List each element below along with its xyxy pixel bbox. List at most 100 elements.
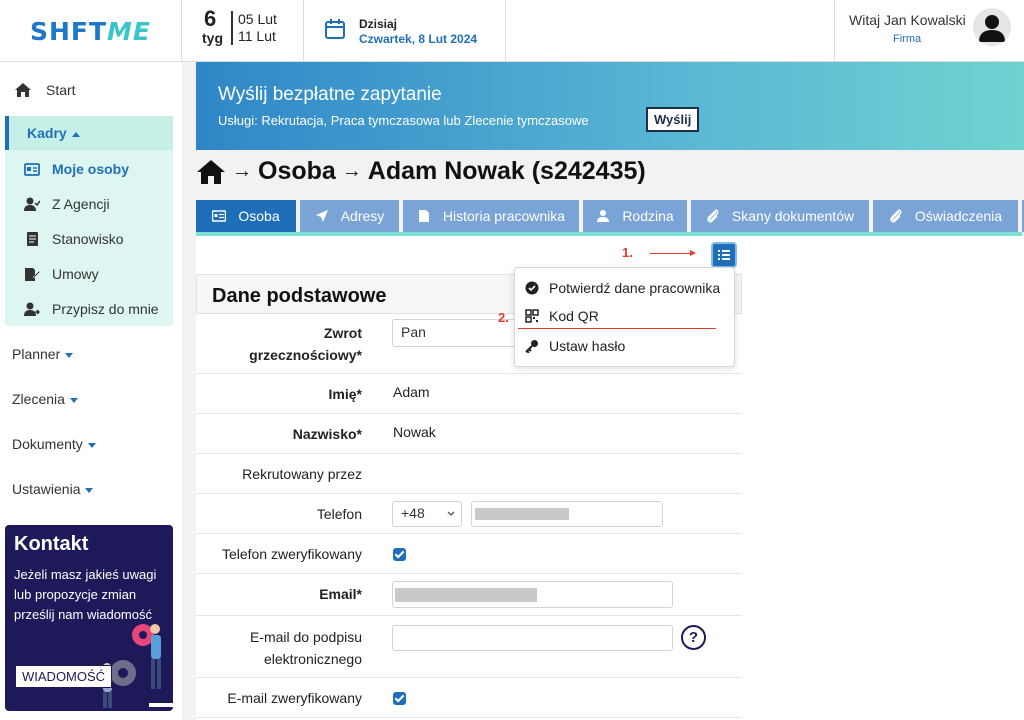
document-icon [27, 232, 38, 246]
sidebar-item-label: Kadry [27, 125, 80, 141]
list-icon [718, 250, 730, 260]
sidebar-item-stanowisko[interactable]: Stanowisko [24, 231, 124, 247]
contact-title: Kontakt [14, 533, 89, 555]
esign-email-label: E-mail do podpisu elektronicznego [249, 629, 362, 667]
week-indicator: 6 tyg 05 Lut 11 Lut [182, 0, 304, 62]
breadcrumb: → Osoba → Adam Nowak (s242435) [196, 157, 646, 186]
chevron-down-icon [65, 352, 74, 358]
today-date: Czwartek, 8 Lut 2024 [359, 32, 478, 46]
chevron-down-icon [69, 397, 78, 403]
breadcrumb-arrow: → [232, 160, 252, 182]
last-name-label: Nazwisko* [292, 426, 362, 442]
sidebar-item-label: Z Agencji [52, 196, 110, 212]
email-verified-label: E-mail zweryfikowany [227, 690, 362, 706]
home-icon[interactable] [196, 159, 226, 185]
menu-item-set-password[interactable]: Ustaw hasło [525, 338, 625, 354]
user-check-icon [24, 197, 40, 211]
help-icon[interactable]: ? [681, 625, 706, 650]
week-from: 05 Lut [238, 11, 277, 27]
menu-item-confirm[interactable]: Potwierdź dane pracownika [525, 280, 720, 296]
sidebar-item-zlecenia[interactable]: Zlecenia [12, 391, 78, 407]
sidebar-item-label: Start [46, 82, 76, 98]
main-area: Wyślij bezpłatne zapytanie Usługi: Rekru… [182, 62, 1024, 720]
paperclip-icon [890, 209, 902, 223]
sidebar-item-umowy[interactable]: Umowy [24, 266, 99, 282]
chevron-down-icon [85, 487, 94, 493]
tab-bar: Osoba Adresy Historia pracownika Rodzina… [196, 200, 1024, 234]
sidebar-item-label: Stanowisko [52, 231, 124, 247]
tab-adresy[interactable]: Adresy [300, 200, 399, 232]
avatar[interactable] [973, 8, 1011, 46]
phone-label: Telefon [316, 506, 362, 522]
user-menu[interactable]: Witaj Jan Kowalski Firma [834, 0, 1024, 62]
logo[interactable]: SHFTME [0, 0, 182, 62]
tab-skany[interactable]: Skany dokumentów [691, 200, 869, 232]
sidebar-item-moje-osoby[interactable]: Moje osoby [24, 161, 129, 177]
tab-rodzina[interactable]: Rodzina [583, 200, 687, 232]
banner-subtitle: Usługi: Rekrutacja, Praca tymczasowa lub… [218, 113, 589, 128]
breadcrumb-section[interactable]: Osoba [258, 157, 336, 186]
user-icon [597, 210, 610, 222]
last-name-value[interactable]: Nowak [393, 424, 436, 440]
check-circle-icon [525, 281, 539, 295]
banner-title: Wyślij bezpłatne zapytanie [218, 84, 442, 105]
recruited-by-label: Rekrutowany przez [242, 466, 362, 482]
sidebar-item-label: Umowy [52, 266, 99, 282]
tab-historia[interactable]: Historia pracownika [403, 200, 579, 232]
first-name-value[interactable]: Adam [393, 384, 430, 400]
sidebar-item-start[interactable]: Start [14, 82, 76, 98]
send-inquiry-button[interactable]: Wyślij [646, 107, 700, 132]
contact-text: Jeżeli masz jakieś uwagi lub propozycje … [14, 567, 157, 622]
phone-input[interactable] [471, 501, 663, 527]
sidebar-item-planner[interactable]: Planner [12, 346, 74, 362]
contact-card: Kontakt Jeżeli masz jakieś uwagi lub pro… [5, 525, 173, 711]
qr-code-icon [525, 309, 539, 323]
sidebar-item-label: Przypisz do mnie [52, 301, 159, 317]
email-verified-checkbox[interactable] [393, 692, 406, 705]
form-row-phone: Telefon +48 [196, 494, 742, 534]
tab-osoba[interactable]: Osoba [196, 200, 296, 232]
contact-button[interactable]: WIADOMOŚĆ [15, 665, 113, 688]
form-row-phone-verified: Telefon zweryfikowany [196, 534, 742, 574]
sidebar-item-z-agencji[interactable]: Z Agencji [24, 196, 110, 212]
tab-oswiadczenia[interactable]: Oświadczenia [873, 200, 1018, 232]
phone-prefix-select[interactable]: +48 [392, 501, 462, 527]
redacted-phone [475, 508, 569, 520]
actions-dropdown: Potwierdź dane pracownika Kod QR Ustaw h… [514, 267, 735, 367]
week-label: tyg [202, 30, 223, 46]
contract-edit-icon [25, 268, 40, 281]
week-number: 6 [204, 6, 217, 31]
paperclip-icon [707, 209, 719, 223]
redacted-email [395, 588, 537, 602]
location-arrow-icon [315, 210, 328, 222]
user-assign-icon [24, 302, 40, 316]
form-row-email-verified: E-mail zweryfikowany [196, 678, 742, 718]
user-greeting: Witaj Jan Kowalski [849, 12, 966, 28]
document-icon [418, 210, 429, 222]
email-field[interactable] [392, 581, 673, 608]
form-row-first-name: Imię* Adam [196, 374, 742, 414]
annotation-arrow [650, 250, 696, 256]
sidebar-item-dokumenty[interactable]: Dokumenty [12, 436, 96, 452]
id-card-icon [24, 163, 40, 176]
week-dates: 05 Lut 11 Lut [231, 11, 277, 45]
menu-item-qr-code[interactable]: Kod QR [525, 308, 599, 324]
sidebar-item-przypisz[interactable]: Przypisz do mnie [24, 301, 159, 317]
form-row-recruited-by: Rekrutowany przez [196, 454, 742, 494]
annotation-step-2: 2. [498, 310, 509, 325]
esign-email-field[interactable] [392, 625, 673, 651]
section-title: Dane podstawowe [212, 285, 387, 307]
gears-illustration [103, 624, 173, 708]
phone-verified-checkbox[interactable] [393, 548, 406, 561]
user-company[interactable]: Firma [893, 33, 921, 45]
sidebar-item-kadry[interactable]: Kadry [5, 116, 173, 150]
home-icon [15, 83, 31, 97]
form-row-last-name: Nazwisko* Nowak [196, 414, 742, 454]
top-bar: SHFTME 6 tyg 05 Lut 11 Lut Dzisiaj Czwar… [0, 0, 1024, 62]
sidebar: Start Kadry Moje osoby Z Agencji Stanowi… [0, 62, 182, 720]
sidebar-item-ustawienia[interactable]: Ustawienia [12, 481, 94, 497]
actions-menu-button[interactable] [711, 242, 737, 268]
sidebar-item-label: Moje osoby [52, 161, 130, 177]
form-row-esign-email: E-mail do podpisu elektronicznego ? [196, 616, 742, 678]
salutation-label: Zwrot grzecznościowy* [249, 325, 362, 363]
